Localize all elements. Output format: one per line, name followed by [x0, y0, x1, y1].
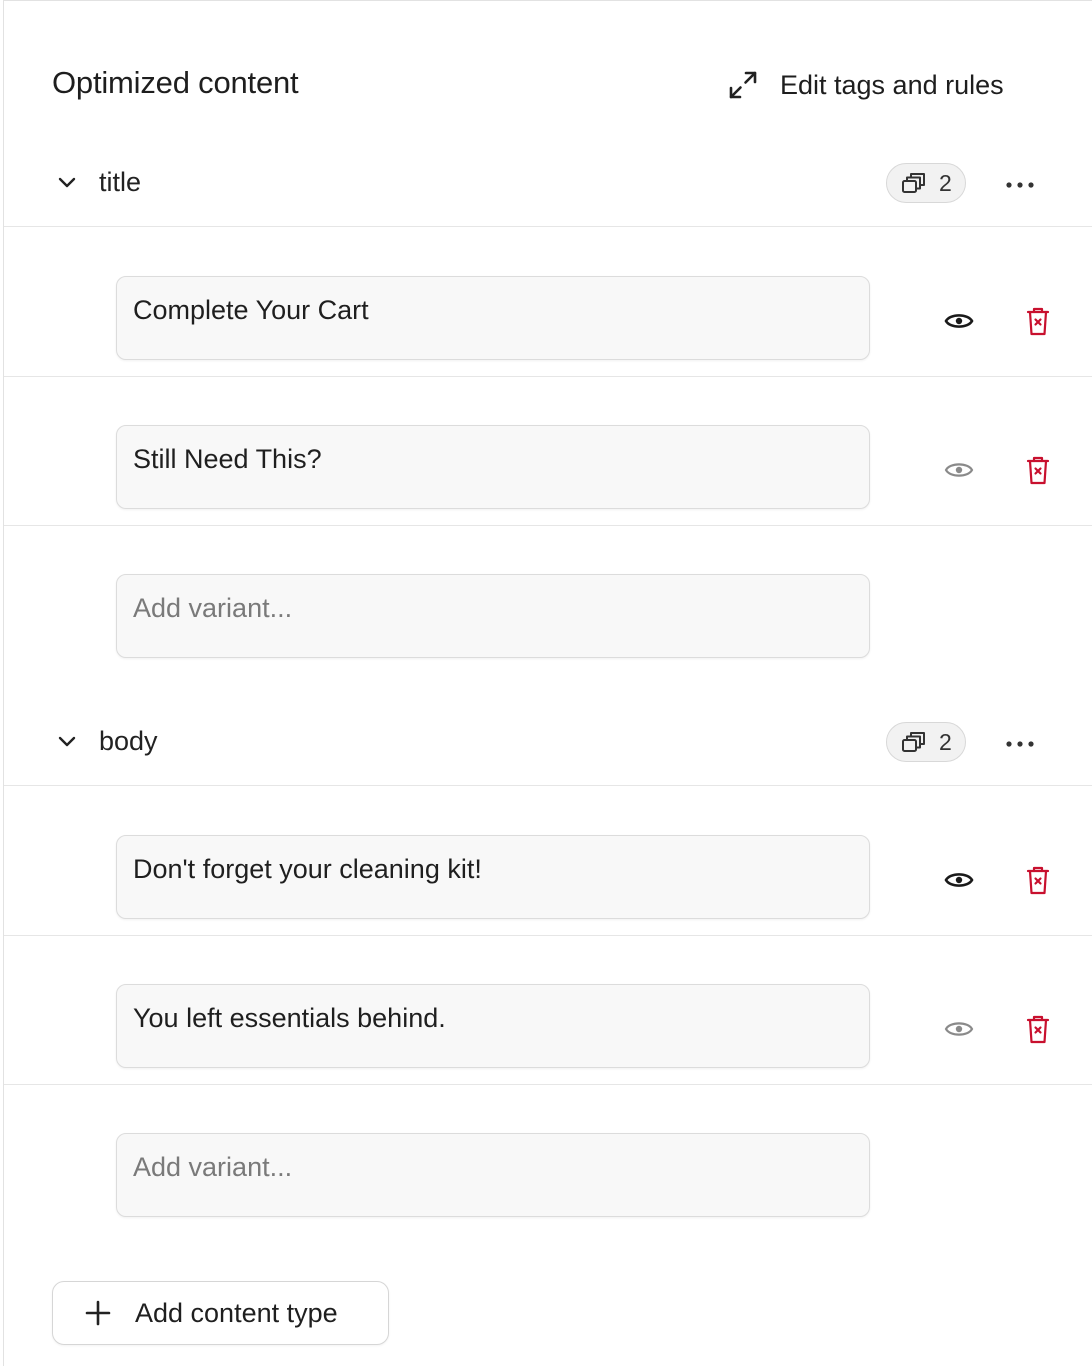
variant-row: Still Need This? [4, 377, 1092, 526]
delete-trash-icon[interactable] [1026, 865, 1050, 895]
optimized-content-panel: Optimized content Edit tags and rules ti… [3, 0, 1092, 1366]
variant-input[interactable]: You left essentials behind. [116, 984, 870, 1068]
stacked-cards-icon [902, 732, 925, 752]
eye-icon[interactable] [944, 869, 974, 891]
chevron-down-icon[interactable] [56, 171, 78, 193]
add-variant-input[interactable]: Add variant... [116, 1133, 870, 1217]
variant-input[interactable]: Still Need This? [116, 425, 870, 509]
edit-tags-and-rules-label: Edit tags and rules [780, 69, 1004, 100]
edit-tags-and-rules-button[interactable]: Edit tags and rules [726, 65, 1004, 105]
variant-row: You left essentials behind. [4, 936, 1092, 1085]
panel-header: Optimized content Edit tags and rules [4, 1, 1092, 141]
section-header-body: body 2 [4, 700, 1092, 786]
eye-icon[interactable] [944, 1018, 974, 1040]
variant-count-badge[interactable]: 2 [886, 163, 966, 203]
delete-trash-icon[interactable] [1026, 455, 1050, 485]
more-options-icon[interactable] [1000, 169, 1040, 199]
delete-trash-icon[interactable] [1026, 1014, 1050, 1044]
add-variant-row: Add variant... [4, 1085, 1092, 1234]
chevron-down-icon[interactable] [56, 730, 78, 752]
variant-count: 2 [939, 169, 952, 196]
expand-arrows-icon [729, 71, 757, 99]
variant-count: 2 [939, 728, 952, 755]
more-options-icon[interactable] [1000, 728, 1040, 758]
add-variant-input[interactable]: Add variant... [116, 574, 870, 658]
variant-count-badge[interactable]: 2 [886, 722, 966, 762]
variant-row: Complete Your Cart [4, 228, 1092, 377]
variant-input[interactable]: Complete Your Cart [116, 276, 870, 360]
eye-icon[interactable] [944, 310, 974, 332]
delete-trash-icon[interactable] [1026, 306, 1050, 336]
eye-icon[interactable] [944, 459, 974, 481]
variant-row: Don't forget your cleaning kit! [4, 787, 1092, 936]
variant-input[interactable]: Don't forget your cleaning kit! [116, 835, 870, 919]
section-header-title: title 2 [4, 141, 1092, 227]
page-title: Optimized content [52, 65, 299, 100]
add-variant-row: Add variant... [4, 526, 1092, 675]
add-content-type-button[interactable]: Add content type [52, 1281, 389, 1345]
section-name: body [99, 726, 158, 756]
section-name: title [99, 167, 142, 197]
plus-icon [85, 1300, 111, 1326]
stacked-cards-icon [902, 173, 925, 193]
add-content-type-label: Add content type [135, 1297, 338, 1328]
